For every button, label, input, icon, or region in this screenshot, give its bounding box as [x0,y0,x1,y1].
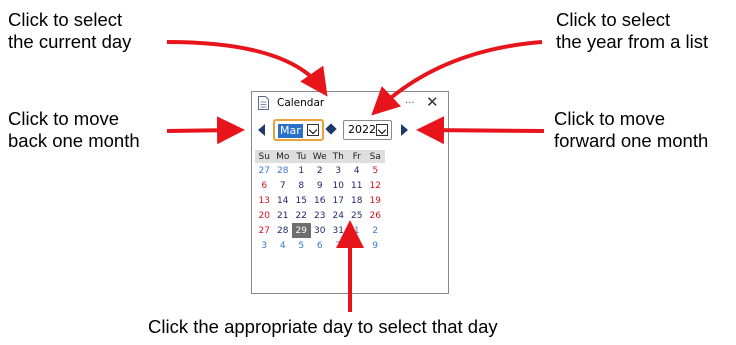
arrow-to-next-month [416,116,545,145]
arrow-to-prev-month [166,116,245,145]
arrow-to-today [166,40,328,97]
callout-arrows [166,40,545,312]
arrow-to-year [371,40,543,116]
